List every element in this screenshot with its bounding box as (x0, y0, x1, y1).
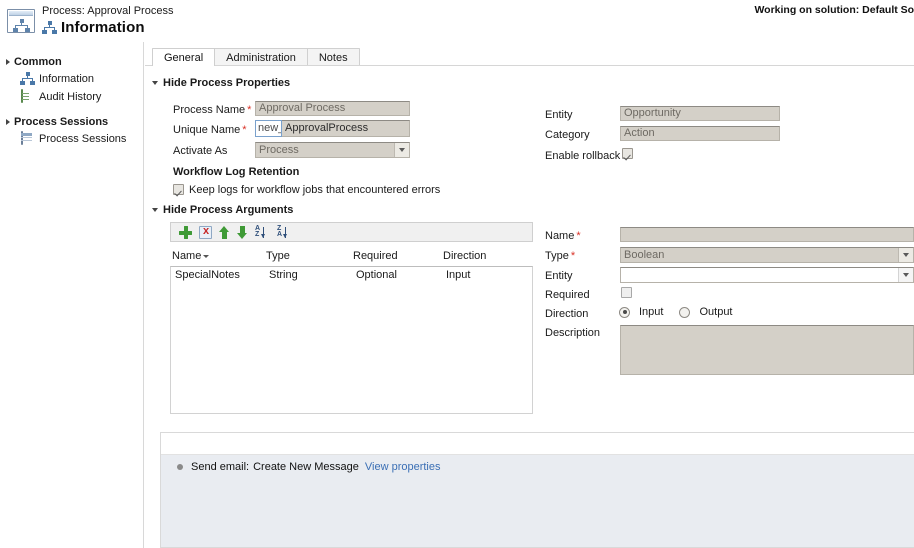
argument-required-label: Required (545, 289, 590, 301)
sidebar-group-common[interactable]: Common (0, 54, 143, 70)
workflow-log-retention-heading: Workflow Log Retention (173, 166, 299, 178)
sidebar-item-label: Information (39, 73, 95, 85)
cell-direction: Input (446, 269, 471, 281)
section-label: Hide Process Arguments (163, 204, 294, 216)
entity-label: Entity (545, 109, 573, 121)
category-label: Category (545, 129, 590, 141)
arguments-grid-body[interactable]: SpecialNotes String Optional Input (170, 266, 533, 414)
page-title: Information (61, 19, 145, 36)
enable-rollback-checkbox[interactable] (622, 148, 633, 159)
enable-rollback-label: Enable rollback (545, 150, 621, 162)
activate-as-label: Activate As (173, 145, 228, 157)
tab-notes[interactable]: Notes (306, 48, 360, 66)
process-node-icon (20, 72, 35, 86)
argument-entity-label: Entity (545, 270, 573, 282)
radio-input[interactable] (619, 306, 630, 318)
unique-name-field: new_ ApprovalProcess (255, 120, 410, 137)
document-icon (20, 89, 34, 104)
chevron-down-icon[interactable] (898, 248, 913, 262)
window-header: Process: Approval Process Information Wo… (0, 0, 914, 42)
argument-name-input[interactable] (620, 227, 914, 242)
move-up-button[interactable] (219, 225, 230, 239)
process-name-label: Process Name * (173, 104, 252, 116)
expand-arrow-icon (6, 119, 10, 125)
sidebar-group-label: Process Sessions (14, 116, 109, 128)
steps-list[interactable]: Send email: Create New Message View prop… (161, 455, 914, 547)
view-properties-link[interactable]: View properties (365, 461, 441, 473)
solution-indicator: Working on solution: Default Sol (754, 4, 914, 16)
steps-toolbar (161, 433, 914, 455)
argument-required-checkbox[interactable] (621, 287, 632, 298)
process-breadcrumb: Process: Approval Process (42, 5, 174, 17)
radio-input-label[interactable]: Input (639, 306, 663, 318)
activate-as-select[interactable]: Process (255, 142, 410, 158)
collapse-arrow-icon (152, 81, 158, 85)
argument-entity-select[interactable] (620, 267, 914, 283)
sort-za-icon[interactable]: ZA (277, 225, 292, 239)
sidebar-group-process-sessions[interactable]: Process Sessions (0, 114, 143, 130)
sort-az-icon[interactable]: AZ (255, 225, 270, 239)
argument-description-label: Description (545, 327, 601, 339)
section-label: Hide Process Properties (163, 77, 291, 89)
process-window-icon (7, 9, 35, 35)
argument-type-select[interactable]: Boolean (620, 247, 914, 263)
cell-type: String (269, 269, 298, 281)
sidebar-item-process-sessions[interactable]: Process Sessions (0, 130, 143, 148)
arguments-toolbar: AZ ZA (170, 222, 533, 242)
expand-arrow-icon (6, 59, 10, 65)
argument-type-label: Type * (545, 250, 576, 262)
workflow-steps-panel: Send email: Create New Message View prop… (160, 432, 914, 548)
process-node-icon (42, 20, 57, 35)
argument-direction-label: Direction (545, 308, 589, 320)
cell-required: Optional (356, 269, 397, 281)
unique-name-input[interactable]: ApprovalProcess (282, 120, 410, 137)
process-name-input[interactable]: Approval Process (255, 101, 410, 116)
sidebar-nav: Common Information Audit History Process… (0, 42, 144, 548)
cell-name: SpecialNotes (175, 269, 240, 281)
arguments-grid-header: Name Type Required Direction (170, 250, 533, 264)
list-item[interactable]: Send email: Create New Message View prop… (161, 461, 441, 473)
page-title-row: Information (42, 19, 145, 36)
sidebar-divider (0, 106, 143, 114)
chevron-down-icon[interactable] (394, 143, 409, 157)
column-header-direction[interactable]: Direction (443, 250, 486, 262)
add-argument-button[interactable] (179, 225, 192, 239)
column-header-required[interactable]: Required (353, 250, 398, 262)
grid-icon (20, 131, 34, 146)
tab-bar: General Administration Notes (152, 47, 360, 66)
direction-radio-group: Input Output (619, 306, 743, 318)
radio-output[interactable] (679, 306, 691, 318)
step-prefix: Send email: (191, 461, 250, 473)
entity-input[interactable]: Opportunity (620, 106, 780, 121)
sidebar-item-information[interactable]: Information (0, 70, 143, 88)
column-header-type[interactable]: Type (266, 250, 290, 262)
keep-logs-checkbox[interactable] (173, 184, 184, 195)
section-process-properties[interactable]: Hide Process Properties (152, 77, 290, 89)
table-row[interactable]: SpecialNotes String Optional Input (171, 267, 532, 284)
radio-output-label[interactable]: Output (699, 306, 732, 318)
argument-name-label: Name * (545, 230, 581, 242)
sidebar-item-label: Audit History (39, 91, 102, 103)
keep-logs-label: Keep logs for workflow jobs that encount… (189, 184, 441, 196)
tab-general[interactable]: General (152, 48, 216, 66)
category-input[interactable]: Action (620, 126, 780, 141)
argument-description-textarea[interactable] (620, 325, 914, 375)
sidebar-item-audit-history[interactable]: Audit History (0, 88, 143, 106)
unique-name-prefix-input[interactable]: new_ (255, 120, 282, 137)
chevron-down-icon[interactable] (898, 268, 913, 282)
tab-underline (145, 65, 914, 66)
sidebar-item-label: Process Sessions (39, 133, 127, 145)
step-bullet-icon (177, 464, 183, 470)
sidebar-group-label: Common (14, 56, 62, 68)
log-retention-label: Workflow Log Retention (173, 166, 300, 178)
collapse-arrow-icon (152, 208, 158, 212)
process-information-window: Process: Approval Process Information Wo… (0, 0, 914, 548)
section-process-arguments[interactable]: Hide Process Arguments (152, 204, 293, 216)
step-text: Create New Message (253, 461, 359, 473)
move-down-button[interactable] (237, 225, 248, 239)
column-header-name[interactable]: Name (172, 250, 210, 262)
delete-argument-button[interactable] (199, 225, 212, 239)
tab-administration[interactable]: Administration (214, 48, 308, 66)
unique-name-label: Unique Name * (173, 124, 247, 136)
